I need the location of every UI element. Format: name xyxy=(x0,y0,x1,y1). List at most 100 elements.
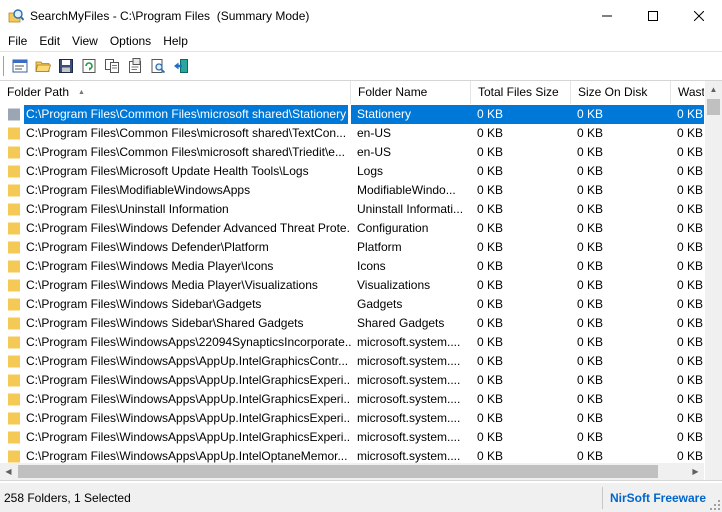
folder-icon xyxy=(8,374,20,387)
table-row[interactable]: C:\Program Files\ModifiableWindowsApps Mo… xyxy=(0,181,704,200)
find-icon xyxy=(151,58,165,73)
table-row[interactable]: C:\Program Files\WindowsApps\AppUp.Intel… xyxy=(0,409,704,428)
maximize-button[interactable] xyxy=(630,0,676,31)
wasted-space: 0 KB xyxy=(677,221,704,235)
folder-icon xyxy=(8,222,20,235)
total-files-size: 0 KB xyxy=(477,392,504,406)
size-on-disk: 0 KB xyxy=(577,430,604,444)
menu-file[interactable]: File xyxy=(2,31,33,51)
folder-path-cell: C:\Program Files\Windows Defender Advanc… xyxy=(0,219,351,238)
table-row[interactable]: C:\Program Files\Microsoft Update Health… xyxy=(0,162,704,181)
folder-name: Gadgets xyxy=(357,297,403,311)
folder-icon xyxy=(8,146,20,159)
open-folder-button[interactable] xyxy=(31,55,54,77)
horizontal-scroll-thumb[interactable] xyxy=(18,465,658,478)
table-row[interactable]: C:\Program Files\Common Files\microsoft … xyxy=(0,143,704,162)
vertical-scroll-thumb[interactable] xyxy=(707,99,720,115)
folder-name: microsoft.system.... xyxy=(357,430,461,444)
total-files-size: 0 KB xyxy=(477,297,504,311)
table-row[interactable]: C:\Program Files\WindowsApps\AppUp.Intel… xyxy=(0,428,704,447)
folder-name: Visualizations xyxy=(357,278,431,292)
scroll-right-icon[interactable]: ▶ xyxy=(687,463,704,480)
folder-name: ModifiableWindo... xyxy=(357,183,456,197)
table-row[interactable]: C:\Program Files\Windows Defender\Platfo… xyxy=(0,238,704,257)
close-button[interactable] xyxy=(676,0,722,31)
folder-icon xyxy=(8,108,20,121)
properties-button[interactable] xyxy=(123,55,146,77)
folder-path: C:\Program Files\Microsoft Update Health… xyxy=(26,164,309,178)
folder-path-cell: C:\Program Files\WindowsApps\22094Synapt… xyxy=(0,333,351,352)
folder-name: microsoft.system.... xyxy=(357,335,461,349)
folder-path: C:\Program Files\Common Files\microsoft … xyxy=(26,126,347,140)
horizontal-scrollbar[interactable]: ◀ ▶ xyxy=(0,463,704,480)
wasted-space: 0 KB xyxy=(677,354,704,368)
minimize-button[interactable] xyxy=(584,0,630,31)
folder-icon xyxy=(8,184,20,197)
refresh-icon xyxy=(82,58,95,73)
folder-name: Platform xyxy=(357,240,402,254)
column-total-files-size[interactable]: Total Files Size xyxy=(471,81,571,104)
minimize-icon xyxy=(602,15,612,16)
folder-path: C:\Program Files\Common Files\microsoft … xyxy=(24,105,349,124)
wasted-space: 0 KB xyxy=(677,126,704,140)
table-row[interactable]: C:\Program Files\Windows Media Player\Ic… xyxy=(0,257,704,276)
table-row[interactable]: C:\Program Files\Windows Media Player\Vi… xyxy=(0,276,704,295)
table-row[interactable]: C:\Program Files\Common Files\microsoft … xyxy=(0,124,704,143)
folder-name: Uninstall Informati... xyxy=(357,202,464,216)
table-row[interactable]: C:\Program Files\Windows Defender Advanc… xyxy=(0,219,704,238)
find-button[interactable] xyxy=(146,55,169,77)
table-row[interactable]: C:\Program Files\Uninstall Information Un… xyxy=(0,200,704,219)
folder-path-cell: C:\Program Files\Microsoft Update Health… xyxy=(0,162,351,181)
folder-path: C:\Program Files\Uninstall Information xyxy=(26,202,229,216)
folders-list[interactable]: Folder Path ▲ Folder Name Total Files Si… xyxy=(0,80,722,481)
resize-grip-icon[interactable] xyxy=(710,500,720,510)
size-on-disk: 0 KB xyxy=(577,221,604,235)
total-files-size: 0 KB xyxy=(477,164,504,178)
save-icon xyxy=(58,58,73,73)
folder-name: Configuration xyxy=(357,221,429,235)
total-files-size: 0 KB xyxy=(477,411,504,425)
toolbar xyxy=(0,51,722,79)
folder-path-cell: C:\Program Files\WindowsApps\AppUp.Intel… xyxy=(0,390,351,409)
folder-path-cell: C:\Program Files\Windows Media Player\Vi… xyxy=(0,276,351,295)
table-row[interactable]: C:\Program Files\WindowsApps\AppUp.Intel… xyxy=(0,390,704,409)
window-title: SearchMyFiles - C:\Program Files (Summar… xyxy=(30,8,310,23)
total-files-size: 0 KB xyxy=(477,354,504,368)
scroll-left-icon[interactable]: ◀ xyxy=(0,463,17,480)
table-row[interactable]: C:\Program Files\WindowsApps\AppUp.Intel… xyxy=(0,352,704,371)
nirsoft-link[interactable]: NirSoft Freeware xyxy=(602,487,706,509)
menu-options[interactable]: Options xyxy=(104,31,157,51)
column-size-on-disk[interactable]: Size On Disk xyxy=(571,81,671,104)
column-folder-path[interactable]: Folder Path ▲ xyxy=(0,81,351,104)
search-options-button[interactable] xyxy=(8,55,31,77)
menu-view[interactable]: View xyxy=(66,31,104,51)
total-files-size: 0 KB xyxy=(477,335,504,349)
copy-button[interactable] xyxy=(100,55,123,77)
table-row[interactable]: C:\Program Files\Common Files\microsoft … xyxy=(0,105,704,124)
table-row[interactable]: C:\Program Files\WindowsApps\22094Synapt… xyxy=(0,333,704,352)
vertical-scrollbar[interactable]: ▲ xyxy=(705,81,722,465)
folder-path: C:\Program Files\Windows Media Player\Ic… xyxy=(26,259,274,273)
size-on-disk: 0 KB xyxy=(577,126,604,140)
wasted-space: 0 KB xyxy=(677,316,704,330)
table-row[interactable]: C:\Program Files\WindowsApps\AppUp.Intel… xyxy=(0,371,704,390)
scroll-up-icon[interactable]: ▲ xyxy=(705,81,722,98)
column-wasted[interactable]: Wast xyxy=(671,81,704,104)
scroll-corner xyxy=(705,463,722,480)
size-on-disk: 0 KB xyxy=(577,278,604,292)
column-folder-name[interactable]: Folder Name xyxy=(351,81,471,104)
refresh-button[interactable] xyxy=(77,55,100,77)
folder-icon xyxy=(8,127,20,140)
exit-button[interactable] xyxy=(169,55,192,77)
menu-edit[interactable]: Edit xyxy=(33,31,66,51)
maximize-icon xyxy=(648,10,658,21)
folder-icon xyxy=(8,260,20,273)
table-row[interactable]: C:\Program Files\Windows Sidebar\Gadgets… xyxy=(0,295,704,314)
sort-ascending-icon: ▲ xyxy=(78,89,85,96)
menu-help[interactable]: Help xyxy=(157,31,194,51)
total-files-size: 0 KB xyxy=(477,278,504,292)
save-button[interactable] xyxy=(54,55,77,77)
folder-name: microsoft.system.... xyxy=(357,392,461,406)
folder-icon xyxy=(8,336,20,349)
table-row[interactable]: C:\Program Files\Windows Sidebar\Shared … xyxy=(0,314,704,333)
